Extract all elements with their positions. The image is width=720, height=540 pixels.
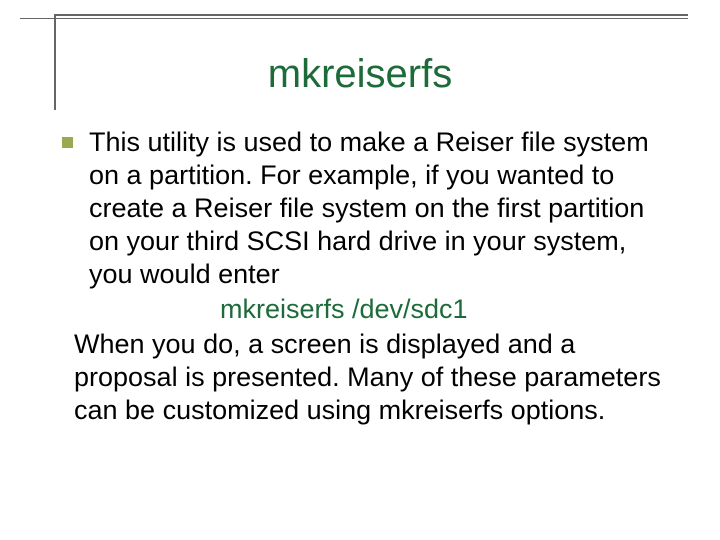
- slide: mkreiserfs This utility is used to make …: [0, 0, 720, 540]
- slide-title: mkreiserfs: [0, 52, 720, 97]
- decorative-rule-top: [54, 14, 688, 16]
- bullet-intro-text: This utility is used to make a Reiser fi…: [89, 126, 662, 291]
- bullet-followup-text: When you do, a screen is displayed and a…: [74, 328, 662, 427]
- bullet-item: This utility is used to make a Reiser fi…: [62, 126, 662, 291]
- square-bullet-icon: [62, 137, 73, 148]
- decorative-rule-outer: [20, 18, 688, 19]
- slide-body: This utility is used to make a Reiser fi…: [62, 126, 662, 426]
- command-text: mkreiserfs /dev/sdc1: [220, 293, 662, 326]
